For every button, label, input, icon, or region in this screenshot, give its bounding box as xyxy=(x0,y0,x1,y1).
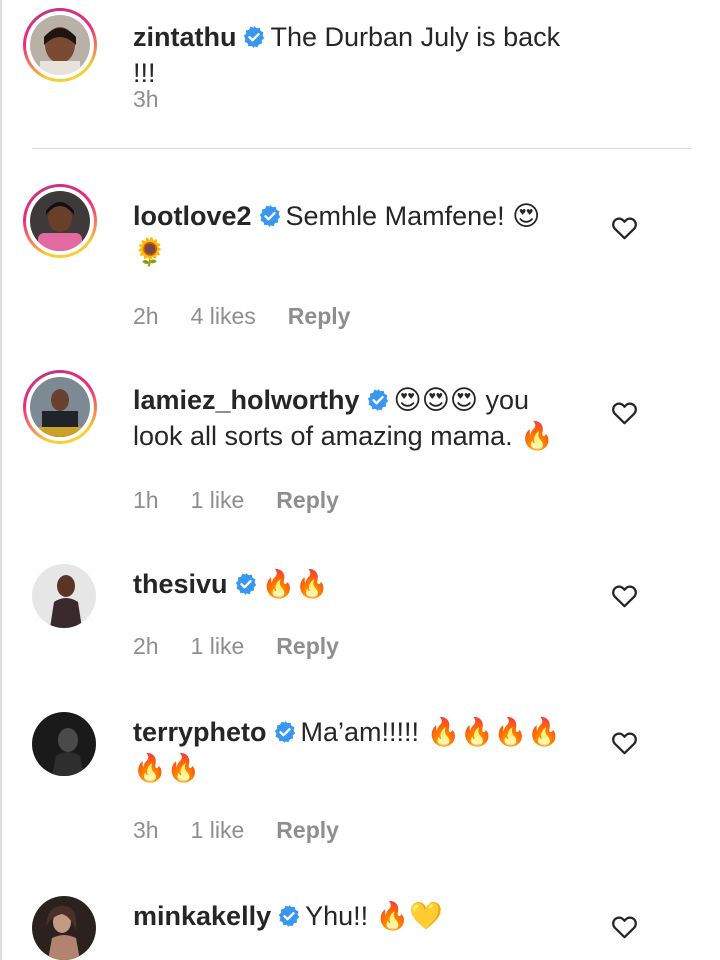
comment-text-block: lootlove2 Semhle Mamfene! 😍 🌻 xyxy=(133,198,578,270)
verified-badge-icon xyxy=(244,26,265,48)
comment-meta: 2h 4 likes Reply xyxy=(133,303,350,330)
comment-username[interactable]: lamiez_holworthy xyxy=(133,385,360,415)
heart-outline-icon[interactable] xyxy=(611,583,638,608)
caption-username[interactable]: zintathu xyxy=(133,22,236,52)
comment-likes[interactable]: 1 like xyxy=(191,633,245,660)
reply-button[interactable]: Reply xyxy=(288,303,351,330)
avatar-photo xyxy=(32,712,96,776)
comment-avatar[interactable] xyxy=(32,896,96,960)
heart-outline-icon[interactable] xyxy=(611,215,638,240)
comment-username[interactable]: lootlove2 xyxy=(133,201,252,231)
comment-avatar[interactable] xyxy=(23,184,97,258)
avatar-photo xyxy=(30,377,90,437)
avatar-photo xyxy=(32,896,96,960)
heart-outline-icon[interactable] xyxy=(611,730,638,755)
verified-badge-icon xyxy=(274,721,295,743)
comment-username[interactable]: minkakelly xyxy=(133,901,271,931)
comment-meta: 3h 1 like Reply xyxy=(133,817,339,844)
verified-badge-icon xyxy=(367,389,388,411)
caption-time: 3h xyxy=(133,86,159,112)
caption-divider xyxy=(32,148,692,149)
reply-button[interactable]: Reply xyxy=(276,633,339,660)
verified-badge-icon xyxy=(235,573,256,595)
post-caption: zintathu The Durban July is back !!! 3h xyxy=(0,0,720,150)
caption-avatar[interactable] xyxy=(23,8,97,82)
caption-text-block: zintathu The Durban July is back !!! xyxy=(133,19,578,91)
comment-time: 1h xyxy=(133,487,159,513)
comment-text-block: lamiez_holworthy 😍😍😍 you look all sorts o… xyxy=(133,382,578,454)
comment-text-block: minkakelly Yhu!! 🔥💛 xyxy=(133,898,578,934)
comment-username[interactable]: thesivu xyxy=(133,569,228,599)
heart-outline-icon[interactable] xyxy=(611,400,638,425)
avatar-photo xyxy=(30,15,90,75)
verified-badge-icon xyxy=(278,905,300,927)
comment-meta: 1h 1 like Reply xyxy=(133,487,339,514)
comment-avatar[interactable] xyxy=(32,564,96,628)
comment-avatar[interactable] xyxy=(32,712,96,776)
comment-time: 2h xyxy=(133,633,159,659)
avatar-photo xyxy=(30,191,90,251)
comment-avatar[interactable] xyxy=(23,370,97,444)
comment-likes[interactable]: 1 like xyxy=(191,817,245,844)
avatar-photo xyxy=(32,564,96,628)
comment-text: Yhu!! 🔥💛 xyxy=(305,901,443,931)
comment-likes[interactable]: 4 likes xyxy=(191,303,256,330)
comment-likes[interactable]: 1 like xyxy=(191,487,245,514)
comment-text-block: terrypheto Ma’am!!!!! 🔥🔥🔥🔥 🔥🔥 xyxy=(133,714,578,786)
comment-text-block: thesivu 🔥🔥 xyxy=(133,566,578,602)
comment-username[interactable]: terrypheto xyxy=(133,717,267,747)
comment-text: 🔥🔥 xyxy=(261,569,329,599)
verified-badge-icon xyxy=(259,205,280,227)
heart-outline-icon[interactable] xyxy=(611,914,638,939)
reply-button[interactable]: Reply xyxy=(276,487,339,514)
comment-time: 3h xyxy=(133,817,159,843)
caption-meta: 3h xyxy=(133,86,159,113)
comment-time: 2h xyxy=(133,303,159,329)
reply-button[interactable]: Reply xyxy=(276,817,339,844)
comment-meta: 2h 1 like Reply xyxy=(133,633,339,660)
